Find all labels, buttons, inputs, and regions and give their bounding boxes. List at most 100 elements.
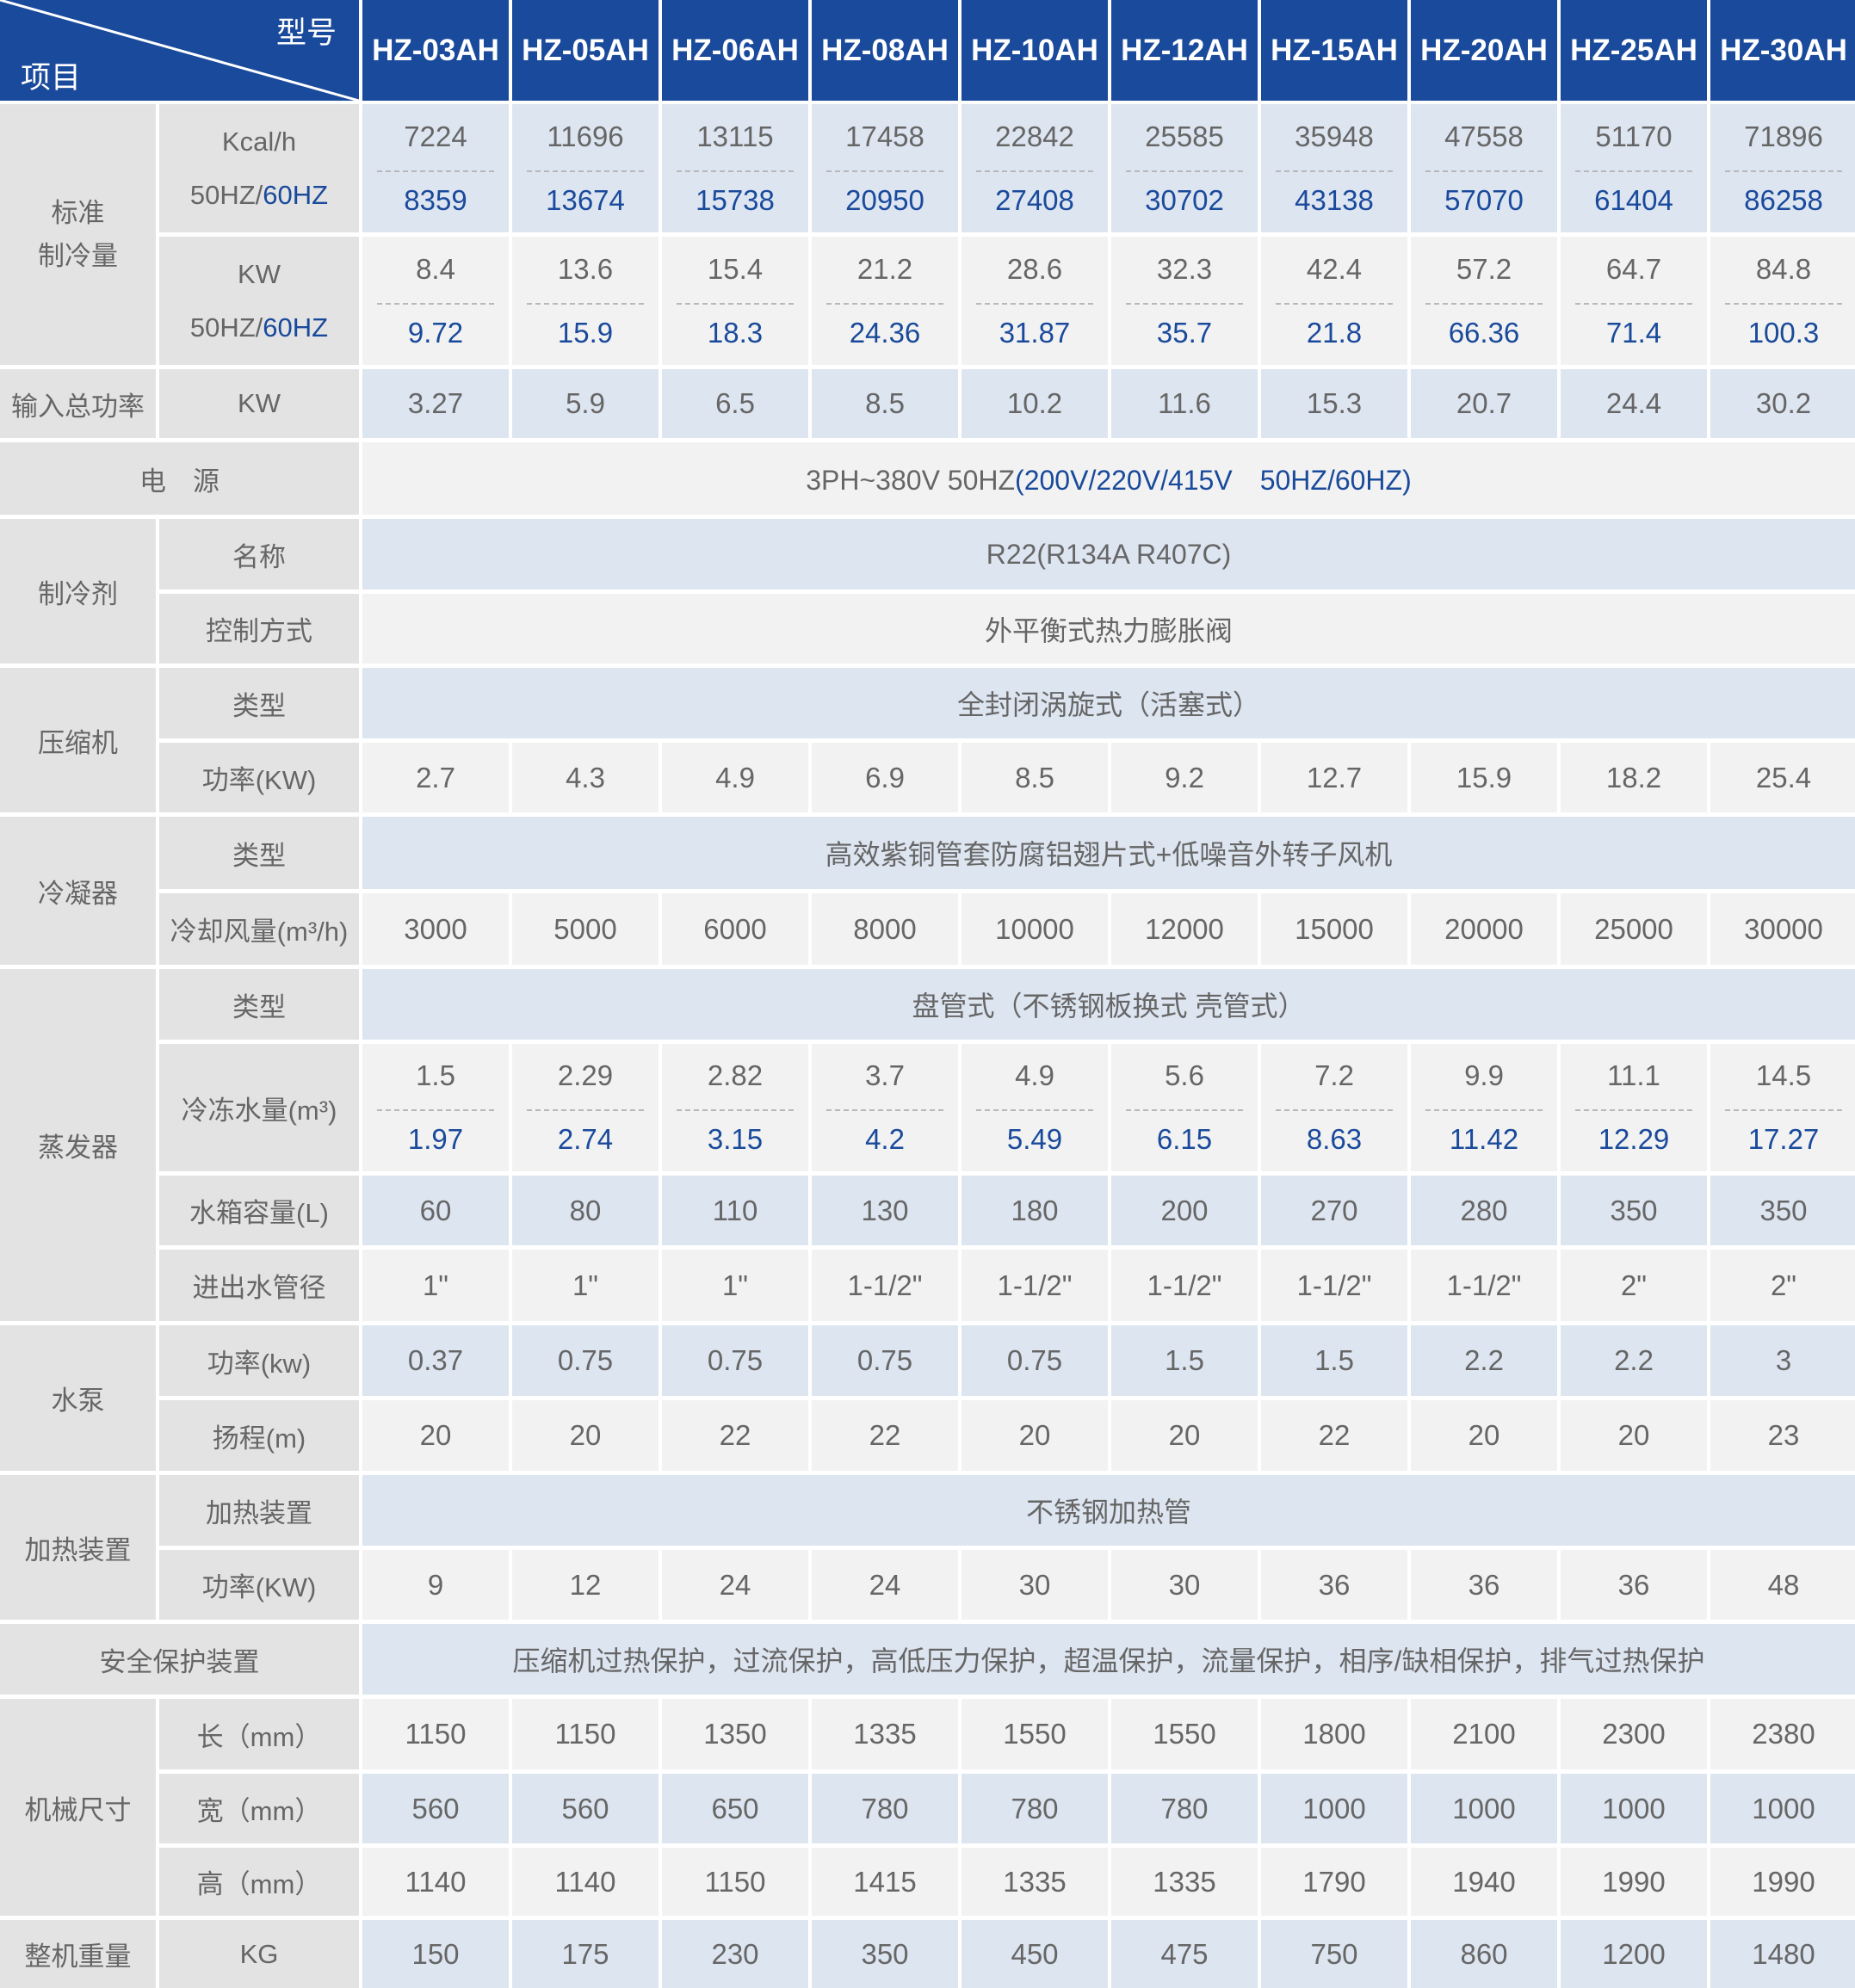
refrigerant-control-value: 外平衡式热力膨胀阀 bbox=[362, 594, 1855, 664]
value-pair: 11.1 12.29 bbox=[1561, 1059, 1707, 1156]
cooling-kcal-cell: 71896 86258 bbox=[1710, 104, 1855, 232]
dimension-width-label: 宽（mm） bbox=[159, 1774, 359, 1843]
cooling-kw-cell: 8.4 9.72 bbox=[362, 237, 509, 365]
value-50hz: 22842 bbox=[995, 120, 1074, 152]
pump-power-cell: 1.5 bbox=[1111, 1325, 1258, 1396]
condenser-air-cell: 25000 bbox=[1561, 893, 1707, 965]
value-60hz: 57070 bbox=[1444, 183, 1524, 216]
value-60hz: 9.72 bbox=[407, 316, 464, 349]
group-label-dimensions: 机械尺寸 bbox=[0, 1699, 156, 1916]
freq-suffix: 60HZ bbox=[263, 179, 329, 210]
group-label-evaporator: 蒸发器 bbox=[0, 969, 156, 1321]
input-power-cell: 10.2 bbox=[962, 369, 1108, 438]
model-header: HZ-06AH bbox=[662, 0, 808, 101]
model-header: HZ-03AH bbox=[362, 0, 509, 101]
evaporator-pipe-cell: 1-1/2" bbox=[1411, 1250, 1557, 1321]
value-60hz: 35.7 bbox=[1156, 316, 1213, 349]
pump-head-cell: 20 bbox=[1111, 1400, 1258, 1471]
heater-power-cell: 36 bbox=[1411, 1550, 1557, 1620]
cooling-kw-cell: 21.2 24.36 bbox=[812, 237, 958, 365]
input-power-cell: 3.27 bbox=[362, 369, 509, 438]
evaporator-pipe-cell: 1-1/2" bbox=[1261, 1250, 1407, 1321]
freq-prefix: 50HZ/ bbox=[189, 312, 263, 343]
value-pair: 13.6 15.9 bbox=[512, 253, 659, 349]
input-power-cell: 6.5 bbox=[662, 369, 808, 438]
value-60hz: 1.97 bbox=[407, 1123, 464, 1155]
value-50hz: 11696 bbox=[547, 120, 624, 152]
value-pair: 13115 15738 bbox=[662, 120, 808, 217]
model-header: HZ-20AH bbox=[1411, 0, 1557, 101]
cooling-kcal-cell: 22842 27408 bbox=[962, 104, 1108, 232]
value-50hz: 13.6 bbox=[557, 252, 614, 285]
evaporator-tank-cell: 270 bbox=[1261, 1176, 1407, 1245]
value-50hz: 84.8 bbox=[1755, 252, 1812, 285]
value-60hz: 71.4 bbox=[1605, 316, 1662, 349]
value-50hz: 28.6 bbox=[1006, 252, 1063, 285]
value-60hz: 4.2 bbox=[865, 1123, 905, 1155]
cooling-kcal-cell: 25585 30702 bbox=[1111, 104, 1258, 232]
evaporator-water-cell: 5.6 6.15 bbox=[1111, 1044, 1258, 1171]
condenser-air-cell: 12000 bbox=[1111, 893, 1258, 965]
condenser-air-cell: 20000 bbox=[1411, 893, 1557, 965]
value-60hz: 3.15 bbox=[707, 1123, 764, 1155]
dashed-divider bbox=[1575, 170, 1692, 172]
value-50hz: 1.5 bbox=[416, 1059, 455, 1091]
group-label-refrigerant: 制冷剂 bbox=[0, 519, 156, 664]
dashed-divider bbox=[1276, 170, 1393, 172]
value-50hz: 42.4 bbox=[1306, 252, 1363, 285]
value-60hz: 66.36 bbox=[1448, 316, 1520, 349]
input-power-cell: 20.7 bbox=[1411, 369, 1557, 438]
heater-device-label: 加热装置 bbox=[159, 1475, 359, 1546]
heater-power-cell: 30 bbox=[1111, 1550, 1258, 1620]
dashed-divider bbox=[1425, 170, 1543, 172]
compressor-power-cell: 4.3 bbox=[512, 743, 659, 812]
refrigerant-control-label: 控制方式 bbox=[159, 594, 359, 664]
dashed-divider bbox=[1575, 302, 1692, 305]
compressor-power-cell: 8.5 bbox=[962, 743, 1108, 812]
value-60hz: 86258 bbox=[1744, 183, 1823, 216]
evaporator-pipe-cell: 1" bbox=[662, 1250, 808, 1321]
evaporator-tank-cell: 130 bbox=[812, 1176, 958, 1245]
cooling-kw-cell: 42.4 21.8 bbox=[1261, 237, 1407, 365]
evaporator-water-cell: 2.29 2.74 bbox=[512, 1044, 659, 1171]
value-60hz: 11.42 bbox=[1449, 1123, 1519, 1155]
heater-power-cell: 30 bbox=[962, 1550, 1108, 1620]
pump-head-cell: 20 bbox=[512, 1400, 659, 1471]
model-header: HZ-15AH bbox=[1261, 0, 1407, 101]
evaporator-water-cell: 14.5 17.27 bbox=[1710, 1044, 1855, 1171]
pump-power-cell: 3 bbox=[1710, 1325, 1855, 1396]
dimension-height-cell: 1140 bbox=[362, 1848, 509, 1916]
cooling-kcal-label: Kcal/h 50HZ/60HZ bbox=[159, 104, 359, 232]
pump-head-cell: 23 bbox=[1710, 1400, 1855, 1471]
compressor-power-cell: 15.9 bbox=[1411, 743, 1557, 812]
evaporator-pipe-cell: 1" bbox=[512, 1250, 659, 1321]
value-pair: 25585 30702 bbox=[1111, 120, 1258, 217]
weight-unit: KG bbox=[159, 1920, 359, 1988]
input-power-label: 输入总功率 bbox=[0, 369, 156, 438]
evaporator-pipe-cell: 2" bbox=[1561, 1250, 1707, 1321]
condenser-air-cell: 5000 bbox=[512, 893, 659, 965]
dimension-length-cell: 1150 bbox=[512, 1699, 659, 1769]
value-50hz: 2.29 bbox=[557, 1059, 614, 1091]
pump-head-cell: 22 bbox=[662, 1400, 808, 1471]
model-header: HZ-30AH bbox=[1710, 0, 1855, 101]
value-pair: 17458 20950 bbox=[812, 120, 958, 217]
input-power-cell: 11.6 bbox=[1111, 369, 1258, 438]
value-pair: 51170 61404 bbox=[1561, 120, 1707, 217]
heater-power-cell: 48 bbox=[1710, 1550, 1855, 1620]
cooling-kcal-cell: 13115 15738 bbox=[662, 104, 808, 232]
value-pair: 9.9 11.42 bbox=[1411, 1059, 1557, 1156]
value-50hz: 2.82 bbox=[707, 1059, 764, 1091]
pump-head-label: 扬程(m) bbox=[159, 1400, 359, 1471]
cooling-kw-cell: 28.6 31.87 bbox=[962, 237, 1108, 365]
corner-item-label: 项目 bbox=[21, 61, 82, 95]
heater-power-cell: 9 bbox=[362, 1550, 509, 1620]
value-50hz: 13115 bbox=[696, 120, 774, 152]
dimension-length-label: 长（mm） bbox=[159, 1699, 359, 1769]
value-50hz: 4.9 bbox=[1015, 1059, 1054, 1091]
value-pair: 28.6 31.87 bbox=[962, 253, 1108, 349]
value-50hz: 57.2 bbox=[1456, 252, 1512, 285]
freq-label: 50HZ/60HZ bbox=[159, 180, 359, 211]
dashed-divider bbox=[377, 170, 494, 172]
dimension-length-cell: 1150 bbox=[362, 1699, 509, 1769]
